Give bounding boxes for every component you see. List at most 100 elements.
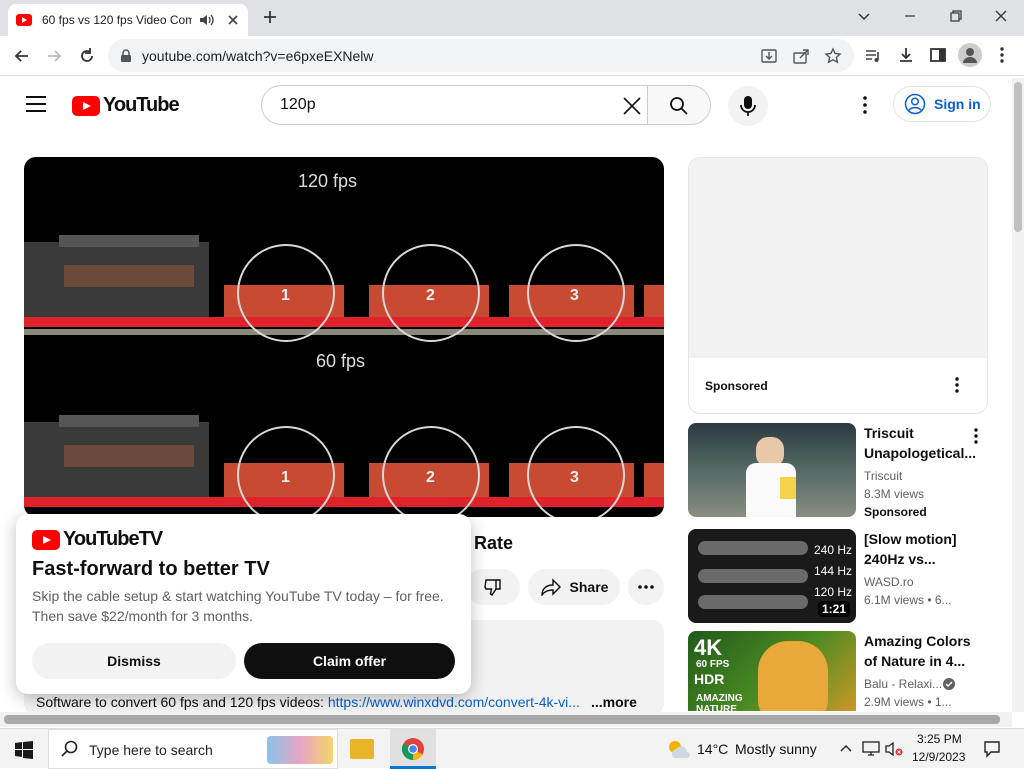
recommended-video[interactable]: 4K 60 FPS HDR AMAZING NATURE Amazing Col… [688,631,988,711]
description-text: Software to convert 60 fps and 120 fps v… [36,694,580,710]
network-icon[interactable] [862,741,880,757]
video-thumbnail[interactable] [688,423,856,517]
ad-menu-icon[interactable] [951,376,963,394]
clock-time[interactable]: 3:25 PM [917,732,962,746]
file-explorer-icon[interactable] [350,739,374,759]
sign-in-button[interactable]: Sign in [893,86,991,122]
vertical-scroll-thumb[interactable] [1014,82,1022,232]
horizontal-scrollbar[interactable] [0,712,1012,727]
clock-date[interactable]: 12/9/2023 [912,750,965,764]
reload-icon[interactable] [77,46,97,66]
window-close-icon[interactable] [993,8,1009,24]
tab-title: 60 fps vs 120 fps Video Com [42,13,192,27]
video-label-bottom: 60 fps [316,351,366,371]
thumb-overlay-text: 144 Hz [814,564,853,578]
weather-temperature[interactable]: 14°C [697,741,728,757]
channel-name: WASD.ro [864,575,914,589]
video-player[interactable]: 120 fps 60 fps 1 2 3 1 2 3 [24,157,664,517]
video-menu-icon[interactable] [970,427,982,445]
side-panel-icon[interactable] [929,46,947,64]
claim-offer-button[interactable]: Claim offer [244,643,455,679]
search-input[interactable]: 120p [280,96,316,114]
car-number: 2 [426,287,435,304]
sponsored-ad-card[interactable]: Sponsored [688,157,988,414]
url-text[interactable]: youtube.com/watch?v=e6pxeEXNelw [142,48,374,64]
new-tab-icon[interactable] [262,9,278,25]
ad-sponsored-label: Sponsored [705,379,768,393]
address-bar[interactable]: youtube.com/watch?v=e6pxeEXNelw [108,39,854,72]
video-thumbnail[interactable]: 4K 60 FPS HDR AMAZING NATURE [688,631,856,711]
profile-avatar-icon[interactable] [958,43,982,67]
dismiss-button[interactable]: Dismiss [32,643,236,679]
share-page-icon[interactable] [792,47,810,65]
youtube-tv-promo-dialog: YouTubeTV Fast-forward to better TV Skip… [16,514,471,694]
recommended-video[interactable]: 240 Hz 144 Hz 120 Hz 1:21 [Slow motion] … [688,529,988,625]
weather-condition[interactable]: Mostly sunny [735,741,817,757]
car-number: 1 [281,287,290,304]
video-title-line2: 240Hz vs... [864,551,936,567]
description-body: Software to convert 60 fps and 120 fps v… [36,694,328,710]
lock-icon[interactable] [120,49,132,63]
search-icon [670,97,688,115]
more-actions-button[interactable] [628,569,664,605]
video-title-line1: Triscuit [864,425,914,441]
chrome-taskbar-button[interactable] [390,729,436,769]
browser-menu-icon[interactable] [996,46,1008,64]
bookmark-star-icon[interactable] [824,47,842,65]
settings-menu-icon[interactable] [859,95,871,115]
search-button[interactable] [647,86,710,124]
video-title-line2: of Nature in 4... [864,653,966,669]
promo-brand: YouTubeTV [63,528,163,550]
vertical-scrollbar[interactable] [1012,78,1024,712]
forward-arrow-icon[interactable] [44,46,64,66]
video-duration: 1:21 [818,601,851,617]
windows-taskbar: Type here to search 14°C Mostly sunny 3:… [0,728,1024,769]
notifications-icon[interactable] [983,740,1001,758]
weather-partly-sunny-icon[interactable] [666,738,690,760]
clear-search-icon[interactable] [622,96,642,116]
restore-icon[interactable] [948,8,964,24]
youtube-play-logo-icon [72,95,100,116]
downloads-icon[interactable] [897,46,915,64]
windows-start-icon[interactable] [15,741,33,759]
tab-close-icon[interactable] [226,13,240,27]
browser-tab[interactable]: 60 fps vs 120 fps Video Com [8,4,248,36]
car-number: 2 [426,469,435,486]
voice-search-button[interactable] [728,86,768,126]
audio-playing-icon[interactable] [198,12,214,28]
description-link[interactable]: https://www.winxdvd.com/convert-4k-vi... [328,694,580,710]
hamburger-menu-icon[interactable] [26,96,46,112]
verified-check-icon [943,678,955,690]
search-highlight-image [267,736,333,764]
show-hidden-icons-chevron-icon[interactable] [840,743,852,753]
youtube-play-logo-icon [32,529,60,550]
microphone-icon [740,96,756,116]
tab-search-chevron-icon[interactable] [856,8,872,24]
account-circle-icon [904,93,926,115]
car-number: 1 [281,469,290,486]
video-frame [24,235,664,517]
share-button[interactable]: Share [528,569,620,605]
search-bar[interactable]: 120p [261,85,711,125]
video-thumbnail[interactable]: 240 Hz 144 Hz 120 Hz 1:21 [688,529,856,623]
recommended-video[interactable]: Triscuit Unapologetical... Triscuit 8.3M… [688,423,988,519]
sign-in-label: Sign in [934,96,981,112]
taskbar-search-box[interactable]: Type here to search [48,729,338,769]
show-more-link[interactable]: ...more [591,694,637,710]
thumbs-down-icon [483,579,501,596]
minimize-icon[interactable] [902,8,918,24]
taskbar-search-placeholder: Type here to search [89,742,213,758]
thumb-overlay-text: 120 Hz [814,585,853,599]
install-app-icon[interactable] [760,47,778,65]
back-arrow-icon[interactable] [12,46,32,66]
video-title-line1: [Slow motion] [864,531,957,547]
youtube-logo[interactable]: YouTube [72,94,180,117]
video-title-line1: Amazing Colors [864,633,971,649]
horizontal-scroll-thumb[interactable] [4,715,1000,724]
ad-image-placeholder [689,158,987,358]
promo-headline: Fast-forward to better TV [32,558,270,580]
thumb-tag-hdr: HDR [694,671,725,687]
dislike-button[interactable] [465,569,520,605]
volume-muted-icon[interactable] [884,741,904,757]
media-controls-icon[interactable] [864,47,882,65]
